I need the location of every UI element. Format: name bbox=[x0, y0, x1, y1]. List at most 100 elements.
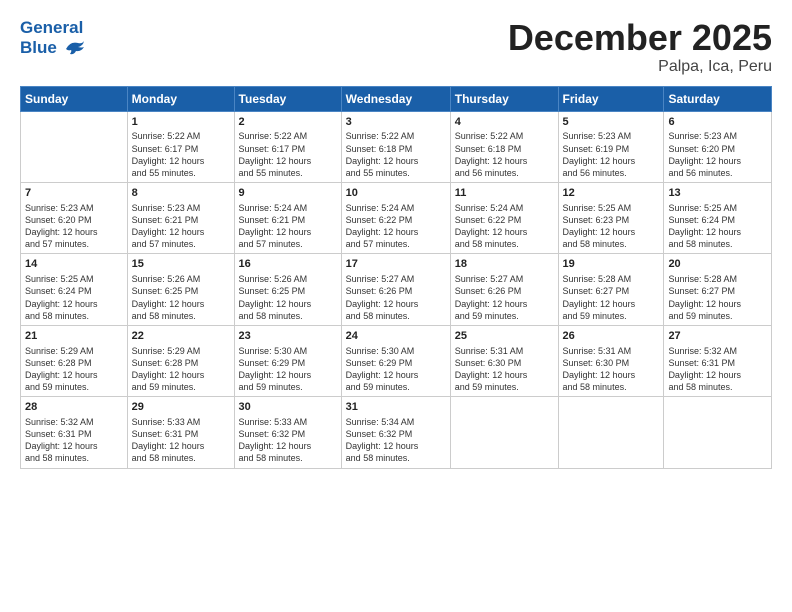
day-info: Sunrise: 5:23 AM Sunset: 6:20 PM Dayligh… bbox=[25, 202, 123, 251]
calendar-cell: 15Sunrise: 5:26 AM Sunset: 6:25 PM Dayli… bbox=[127, 254, 234, 325]
day-number: 18 bbox=[455, 257, 554, 272]
calendar-cell bbox=[450, 397, 558, 468]
calendar-cell: 14Sunrise: 5:25 AM Sunset: 6:24 PM Dayli… bbox=[21, 254, 128, 325]
day-number: 14 bbox=[25, 257, 123, 272]
day-info: Sunrise: 5:22 AM Sunset: 6:18 PM Dayligh… bbox=[455, 130, 554, 179]
day-info: Sunrise: 5:33 AM Sunset: 6:32 PM Dayligh… bbox=[239, 416, 337, 465]
calendar-cell: 8Sunrise: 5:23 AM Sunset: 6:21 PM Daylig… bbox=[127, 183, 234, 254]
day-number: 2 bbox=[239, 115, 337, 130]
calendar-cell: 6Sunrise: 5:23 AM Sunset: 6:20 PM Daylig… bbox=[664, 111, 772, 182]
calendar-cell: 7Sunrise: 5:23 AM Sunset: 6:20 PM Daylig… bbox=[21, 183, 128, 254]
day-info: Sunrise: 5:27 AM Sunset: 6:26 PM Dayligh… bbox=[346, 273, 446, 322]
day-info: Sunrise: 5:22 AM Sunset: 6:17 PM Dayligh… bbox=[239, 130, 337, 179]
header: General Blue December 2025 Palpa, Ica, P… bbox=[20, 18, 772, 76]
day-number: 3 bbox=[346, 115, 446, 130]
calendar-cell bbox=[21, 111, 128, 182]
day-number: 22 bbox=[132, 329, 230, 344]
title-block: December 2025 Palpa, Ica, Peru bbox=[508, 18, 772, 76]
day-number: 5 bbox=[563, 115, 660, 130]
calendar-cell: 25Sunrise: 5:31 AM Sunset: 6:30 PM Dayli… bbox=[450, 325, 558, 396]
calendar-cell: 3Sunrise: 5:22 AM Sunset: 6:18 PM Daylig… bbox=[341, 111, 450, 182]
calendar-cell: 4Sunrise: 5:22 AM Sunset: 6:18 PM Daylig… bbox=[450, 111, 558, 182]
day-of-week-header: Friday bbox=[558, 86, 664, 111]
calendar-cell: 9Sunrise: 5:24 AM Sunset: 6:21 PM Daylig… bbox=[234, 183, 341, 254]
logo: General Blue bbox=[20, 18, 86, 57]
day-number: 12 bbox=[563, 186, 660, 201]
calendar-table: SundayMondayTuesdayWednesdayThursdayFrid… bbox=[20, 86, 772, 469]
day-info: Sunrise: 5:25 AM Sunset: 6:23 PM Dayligh… bbox=[563, 202, 660, 251]
day-number: 8 bbox=[132, 186, 230, 201]
calendar-week-row: 7Sunrise: 5:23 AM Sunset: 6:20 PM Daylig… bbox=[21, 183, 772, 254]
day-info: Sunrise: 5:25 AM Sunset: 6:24 PM Dayligh… bbox=[668, 202, 767, 251]
calendar-cell: 1Sunrise: 5:22 AM Sunset: 6:17 PM Daylig… bbox=[127, 111, 234, 182]
day-number: 6 bbox=[668, 115, 767, 130]
day-of-week-header: Monday bbox=[127, 86, 234, 111]
logo-text2: Blue bbox=[20, 38, 86, 58]
day-info: Sunrise: 5:32 AM Sunset: 6:31 PM Dayligh… bbox=[25, 416, 123, 465]
calendar-cell: 30Sunrise: 5:33 AM Sunset: 6:32 PM Dayli… bbox=[234, 397, 341, 468]
calendar-cell bbox=[558, 397, 664, 468]
calendar-cell: 28Sunrise: 5:32 AM Sunset: 6:31 PM Dayli… bbox=[21, 397, 128, 468]
day-number: 24 bbox=[346, 329, 446, 344]
day-info: Sunrise: 5:23 AM Sunset: 6:20 PM Dayligh… bbox=[668, 130, 767, 179]
day-info: Sunrise: 5:31 AM Sunset: 6:30 PM Dayligh… bbox=[563, 345, 660, 394]
day-info: Sunrise: 5:29 AM Sunset: 6:28 PM Dayligh… bbox=[25, 345, 123, 394]
calendar-cell: 13Sunrise: 5:25 AM Sunset: 6:24 PM Dayli… bbox=[664, 183, 772, 254]
calendar-cell bbox=[664, 397, 772, 468]
day-of-week-header: Thursday bbox=[450, 86, 558, 111]
calendar-cell: 12Sunrise: 5:25 AM Sunset: 6:23 PM Dayli… bbox=[558, 183, 664, 254]
calendar-title: December 2025 bbox=[508, 18, 772, 58]
day-info: Sunrise: 5:30 AM Sunset: 6:29 PM Dayligh… bbox=[239, 345, 337, 394]
day-of-week-header: Saturday bbox=[664, 86, 772, 111]
day-info: Sunrise: 5:30 AM Sunset: 6:29 PM Dayligh… bbox=[346, 345, 446, 394]
calendar-cell: 27Sunrise: 5:32 AM Sunset: 6:31 PM Dayli… bbox=[664, 325, 772, 396]
day-info: Sunrise: 5:24 AM Sunset: 6:22 PM Dayligh… bbox=[455, 202, 554, 251]
day-number: 31 bbox=[346, 400, 446, 415]
day-number: 10 bbox=[346, 186, 446, 201]
day-number: 17 bbox=[346, 257, 446, 272]
day-info: Sunrise: 5:22 AM Sunset: 6:17 PM Dayligh… bbox=[132, 130, 230, 179]
day-number: 16 bbox=[239, 257, 337, 272]
day-info: Sunrise: 5:28 AM Sunset: 6:27 PM Dayligh… bbox=[668, 273, 767, 322]
day-info: Sunrise: 5:24 AM Sunset: 6:22 PM Dayligh… bbox=[346, 202, 446, 251]
calendar-cell: 2Sunrise: 5:22 AM Sunset: 6:17 PM Daylig… bbox=[234, 111, 341, 182]
day-info: Sunrise: 5:31 AM Sunset: 6:30 PM Dayligh… bbox=[455, 345, 554, 394]
calendar-cell: 31Sunrise: 5:34 AM Sunset: 6:32 PM Dayli… bbox=[341, 397, 450, 468]
day-number: 30 bbox=[239, 400, 337, 415]
calendar-cell: 11Sunrise: 5:24 AM Sunset: 6:22 PM Dayli… bbox=[450, 183, 558, 254]
calendar-cell: 17Sunrise: 5:27 AM Sunset: 6:26 PM Dayli… bbox=[341, 254, 450, 325]
calendar-week-row: 14Sunrise: 5:25 AM Sunset: 6:24 PM Dayli… bbox=[21, 254, 772, 325]
calendar-cell: 20Sunrise: 5:28 AM Sunset: 6:27 PM Dayli… bbox=[664, 254, 772, 325]
day-number: 1 bbox=[132, 115, 230, 130]
day-number: 20 bbox=[668, 257, 767, 272]
calendar-cell: 21Sunrise: 5:29 AM Sunset: 6:28 PM Dayli… bbox=[21, 325, 128, 396]
day-number: 13 bbox=[668, 186, 767, 201]
calendar-cell: 5Sunrise: 5:23 AM Sunset: 6:19 PM Daylig… bbox=[558, 111, 664, 182]
day-info: Sunrise: 5:26 AM Sunset: 6:25 PM Dayligh… bbox=[132, 273, 230, 322]
day-info: Sunrise: 5:22 AM Sunset: 6:18 PM Dayligh… bbox=[346, 130, 446, 179]
day-number: 23 bbox=[239, 329, 337, 344]
calendar-cell: 24Sunrise: 5:30 AM Sunset: 6:29 PM Dayli… bbox=[341, 325, 450, 396]
day-number: 4 bbox=[455, 115, 554, 130]
calendar-cell: 26Sunrise: 5:31 AM Sunset: 6:30 PM Dayli… bbox=[558, 325, 664, 396]
calendar-cell: 18Sunrise: 5:27 AM Sunset: 6:26 PM Dayli… bbox=[450, 254, 558, 325]
day-info: Sunrise: 5:24 AM Sunset: 6:21 PM Dayligh… bbox=[239, 202, 337, 251]
day-number: 15 bbox=[132, 257, 230, 272]
day-number: 9 bbox=[239, 186, 337, 201]
day-info: Sunrise: 5:33 AM Sunset: 6:31 PM Dayligh… bbox=[132, 416, 230, 465]
logo-text: General bbox=[20, 18, 86, 38]
day-number: 25 bbox=[455, 329, 554, 344]
day-of-week-header: Sunday bbox=[21, 86, 128, 111]
day-number: 7 bbox=[25, 186, 123, 201]
day-info: Sunrise: 5:23 AM Sunset: 6:19 PM Dayligh… bbox=[563, 130, 660, 179]
calendar-cell: 29Sunrise: 5:33 AM Sunset: 6:31 PM Dayli… bbox=[127, 397, 234, 468]
day-of-week-header: Tuesday bbox=[234, 86, 341, 111]
day-info: Sunrise: 5:28 AM Sunset: 6:27 PM Dayligh… bbox=[563, 273, 660, 322]
day-info: Sunrise: 5:23 AM Sunset: 6:21 PM Dayligh… bbox=[132, 202, 230, 251]
calendar-cell: 19Sunrise: 5:28 AM Sunset: 6:27 PM Dayli… bbox=[558, 254, 664, 325]
day-info: Sunrise: 5:25 AM Sunset: 6:24 PM Dayligh… bbox=[25, 273, 123, 322]
calendar-week-row: 28Sunrise: 5:32 AM Sunset: 6:31 PM Dayli… bbox=[21, 397, 772, 468]
calendar-cell: 16Sunrise: 5:26 AM Sunset: 6:25 PM Dayli… bbox=[234, 254, 341, 325]
day-info: Sunrise: 5:29 AM Sunset: 6:28 PM Dayligh… bbox=[132, 345, 230, 394]
page: General Blue December 2025 Palpa, Ica, P… bbox=[0, 0, 792, 612]
